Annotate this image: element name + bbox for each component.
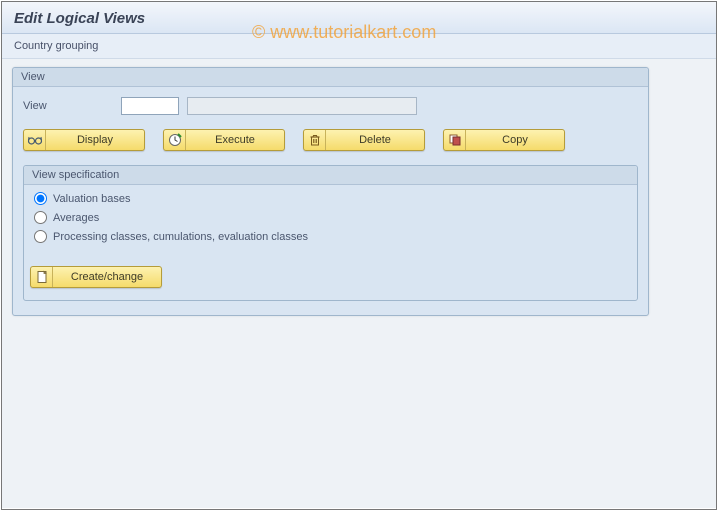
view-spec-groupbox: View specification Valuation bases Avera…	[23, 165, 638, 301]
copy-icon	[444, 130, 466, 150]
radio-averages[interactable]	[34, 211, 47, 224]
copy-button[interactable]: Copy	[443, 129, 565, 151]
create-change-button[interactable]: Create/change	[30, 266, 162, 288]
delete-button[interactable]: Delete	[303, 129, 425, 151]
view-spec-title: View specification	[24, 166, 637, 185]
radio-label-averages: Averages	[53, 212, 99, 224]
radio-processing[interactable]	[34, 230, 47, 243]
display-button-label: Display	[46, 134, 144, 146]
view-input-row: View	[23, 97, 638, 115]
window-frame: © www.tutorialkart.com Edit Logical View…	[1, 1, 717, 510]
view-code-input[interactable]	[121, 97, 179, 115]
trash-icon	[304, 130, 326, 150]
radio-label-processing: Processing classes, cumulations, evaluat…	[53, 231, 308, 243]
delete-button-label: Delete	[326, 134, 424, 146]
glasses-icon	[24, 130, 46, 150]
radio-valuation[interactable]	[34, 192, 47, 205]
execute-button[interactable]: Execute	[163, 129, 285, 151]
clock-execute-icon	[164, 130, 186, 150]
radio-label-valuation: Valuation bases	[53, 193, 130, 205]
subtitle-bar: Country grouping	[2, 34, 716, 59]
page-title: Edit Logical Views	[14, 10, 704, 27]
radio-item-averages[interactable]: Averages	[28, 208, 633, 227]
subtitle-text: Country grouping	[14, 40, 98, 52]
title-bar: Edit Logical Views	[2, 2, 716, 34]
view-group-title: View	[13, 68, 648, 87]
view-desc-input	[187, 97, 417, 115]
radio-item-processing[interactable]: Processing classes, cumulations, evaluat…	[28, 227, 633, 246]
view-field-label: View	[23, 100, 113, 112]
copy-button-label: Copy	[466, 134, 564, 146]
display-button[interactable]: Display	[23, 129, 145, 151]
create-change-label: Create/change	[53, 271, 161, 283]
content-area: View View Display	[2, 59, 716, 508]
view-groupbox: View View Display	[12, 67, 649, 316]
radio-set: Valuation bases Averages Processing clas…	[24, 185, 637, 260]
radio-item-valuation[interactable]: Valuation bases	[28, 189, 633, 208]
execute-button-label: Execute	[186, 134, 284, 146]
document-new-icon	[31, 267, 53, 287]
action-button-row: Display Execute Delete	[23, 129, 638, 151]
